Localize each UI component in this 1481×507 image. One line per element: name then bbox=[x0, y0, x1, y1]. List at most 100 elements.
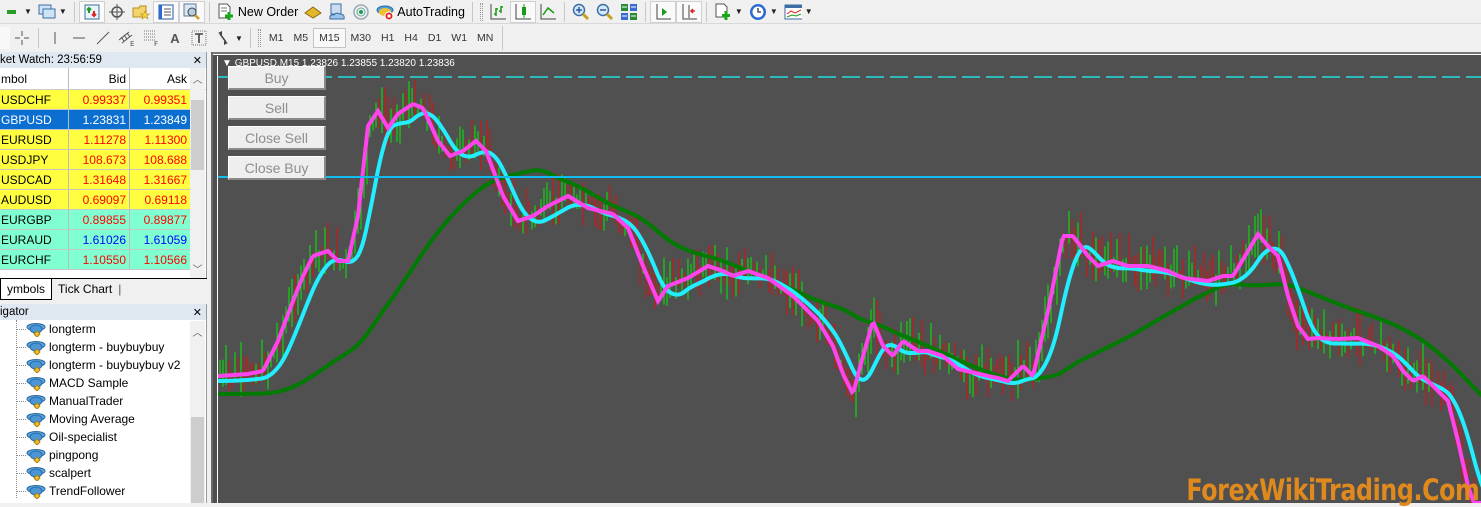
timeframe-m30[interactable]: M30 bbox=[346, 28, 376, 48]
market-watch-row-usdjpy[interactable]: USDJPY 108.673 108.688 bbox=[0, 150, 191, 170]
close-icon[interactable]: ✕ bbox=[193, 54, 206, 67]
navigator-item-label: longterm - buybuybuy bbox=[49, 340, 165, 354]
timeframe-m1[interactable]: M1 bbox=[264, 28, 289, 48]
timeframe-h4[interactable]: H4 bbox=[399, 28, 422, 48]
navigator-item-label: ManualTrader bbox=[49, 394, 124, 408]
navigator-item[interactable]: ManualTrader bbox=[0, 392, 206, 410]
text-label-tool-button[interactable] bbox=[187, 27, 211, 49]
tab-tick-chart[interactable]: Tick Chart bbox=[52, 279, 118, 300]
fibonacci-tool-button[interactable]: F bbox=[139, 27, 163, 49]
chevron-down-icon: ▼ bbox=[58, 7, 67, 16]
arrows-tool-button[interactable]: ▼ bbox=[211, 27, 246, 49]
text-tool-button[interactable]: A bbox=[163, 27, 187, 49]
profiles-icon bbox=[38, 3, 56, 21]
autotrading-icon bbox=[376, 3, 394, 21]
toolbar-grip[interactable] bbox=[257, 29, 261, 47]
cursor-tool-button[interactable] bbox=[0, 27, 10, 49]
crosshair-tool-button[interactable] bbox=[10, 27, 34, 49]
market-watch-row-eurchf[interactable]: EURCHF 1.10550 1.10566 bbox=[0, 250, 191, 270]
separator bbox=[563, 1, 565, 22]
equidistant-channel-tool-button[interactable]: E bbox=[115, 27, 139, 49]
navigator-item[interactable]: longterm - buybuybuy bbox=[0, 338, 206, 356]
market-watch-scrollbar[interactable]: ︿ ﹀ bbox=[190, 68, 205, 278]
fast-moving-average-line bbox=[218, 102, 1481, 503]
market-watch-row-audusd[interactable]: AUDUSD 0.69097 0.69118 bbox=[0, 190, 191, 210]
new-order-button[interactable]: New Order bbox=[214, 1, 301, 23]
buy-button[interactable]: Buy bbox=[228, 66, 326, 90]
profiles-button[interactable]: ▼ bbox=[35, 1, 70, 23]
scroll-up-icon[interactable]: ︿ bbox=[190, 71, 205, 86]
strategy-tester-button[interactable] bbox=[178, 0, 205, 23]
scroll-down-icon[interactable]: ﹀ bbox=[190, 261, 205, 276]
sell-button[interactable]: Sell bbox=[228, 96, 326, 120]
data-window-button[interactable] bbox=[105, 1, 129, 23]
auto-scroll-button[interactable] bbox=[649, 0, 676, 23]
market-watch-button[interactable] bbox=[78, 0, 105, 23]
vertical-line-tool-button[interactable] bbox=[43, 27, 67, 49]
candlestick-button[interactable] bbox=[509, 0, 536, 23]
scroll-up-icon[interactable]: ︿ bbox=[190, 324, 205, 339]
zoom-out-button[interactable] bbox=[593, 1, 617, 23]
market-watch-row-euraud[interactable]: EURAUD 1.61026 1.61059 bbox=[0, 230, 191, 250]
timeframe-mn[interactable]: MN bbox=[472, 28, 498, 48]
navigator-item[interactable]: scalpert bbox=[0, 464, 206, 482]
market-button[interactable] bbox=[349, 1, 373, 23]
navigator-scrollbar[interactable]: ︿ bbox=[190, 321, 205, 503]
bar-chart-button[interactable] bbox=[486, 1, 510, 23]
signals-button[interactable] bbox=[325, 1, 349, 23]
tree-connector bbox=[16, 365, 26, 366]
bid-cell: 1.10550 bbox=[69, 250, 130, 269]
navigator-item[interactable]: Oil-specialist bbox=[0, 428, 206, 446]
zoom-in-button[interactable] bbox=[569, 1, 593, 23]
timeframe-d1[interactable]: D1 bbox=[423, 28, 446, 48]
scrollbar-thumb[interactable] bbox=[191, 100, 204, 170]
timeframe-m15[interactable]: M15 bbox=[313, 28, 346, 48]
chart-shift-button[interactable] bbox=[675, 0, 702, 23]
market-watch-row-eurgbp[interactable]: EURGBP 0.89855 0.89877 bbox=[0, 210, 191, 230]
trendline-tool-button[interactable] bbox=[91, 27, 115, 49]
navigator-item[interactable]: longterm bbox=[0, 320, 206, 338]
navigator-item[interactable]: MACD Sample bbox=[0, 374, 206, 392]
terminal-button[interactable] bbox=[152, 0, 179, 23]
navigator-item[interactable]: pingpong bbox=[0, 446, 206, 464]
market-watch-row-gbpusd[interactable]: GBPUSD 1.23831 1.23849 bbox=[0, 110, 191, 130]
templates-button[interactable]: ▼ bbox=[781, 1, 816, 23]
timeframe-m5[interactable]: M5 bbox=[289, 28, 314, 48]
navigator-item[interactable]: TrendFollower bbox=[0, 482, 206, 500]
column-header-bid[interactable]: Bid bbox=[69, 68, 130, 89]
navigator-item[interactable]: longterm - buybuybuy v2 bbox=[0, 356, 206, 374]
close-buy-button[interactable]: Close Buy bbox=[228, 156, 326, 180]
metaeditor-button[interactable] bbox=[301, 1, 325, 23]
symbol-cell: EURCHF bbox=[0, 250, 69, 269]
column-header-ask[interactable]: Ask bbox=[130, 68, 190, 89]
close-sell-button[interactable]: Close Sell bbox=[228, 126, 326, 150]
scrollbar-thumb[interactable] bbox=[191, 417, 204, 503]
chart-area[interactable]: ▼ GBPUSD,M15 1.23826 1.23855 1.23820 1.2… bbox=[217, 56, 1481, 507]
navigator-item[interactable]: Moving Average bbox=[0, 410, 206, 428]
tile-windows-button[interactable] bbox=[617, 1, 641, 23]
column-header-symbol[interactable]: mbol bbox=[0, 68, 69, 89]
navigator-button[interactable] bbox=[129, 1, 153, 23]
timeframe-h1[interactable]: H1 bbox=[376, 28, 399, 48]
market-watch-row-usdcad[interactable]: USDCAD 1.31648 1.31667 bbox=[0, 170, 191, 190]
text-icon: A bbox=[170, 30, 180, 46]
svg-text:F: F bbox=[154, 40, 158, 47]
market-watch-row-eurusd[interactable]: EURUSD 1.11278 1.11300 bbox=[0, 130, 191, 150]
tab-symbols[interactable]: ymbols bbox=[0, 279, 53, 300]
indicators-button[interactable]: ▼ bbox=[711, 1, 746, 23]
separator bbox=[471, 1, 473, 22]
clock-icon bbox=[749, 3, 767, 21]
bid-cell: 1.11278 bbox=[69, 130, 130, 149]
autotrading-button[interactable]: AutoTrading bbox=[373, 1, 468, 23]
line-chart-button[interactable] bbox=[536, 1, 560, 23]
new-chart-button[interactable]: ▼ bbox=[0, 1, 35, 23]
timeframe-w1[interactable]: W1 bbox=[446, 28, 472, 48]
symbol-cell: GBPUSD bbox=[0, 110, 69, 129]
close-icon[interactable]: ✕ bbox=[193, 306, 206, 319]
market-watch-row-usdchf[interactable]: USDCHF 0.99337 0.99351 bbox=[0, 90, 191, 110]
horizontal-line-tool-button[interactable] bbox=[67, 27, 91, 49]
toolbar-grip[interactable] bbox=[479, 2, 483, 21]
periods-button[interactable]: ▼ bbox=[746, 1, 781, 23]
bid-cell: 1.61026 bbox=[69, 230, 130, 249]
price-chart[interactable] bbox=[218, 56, 1481, 503]
